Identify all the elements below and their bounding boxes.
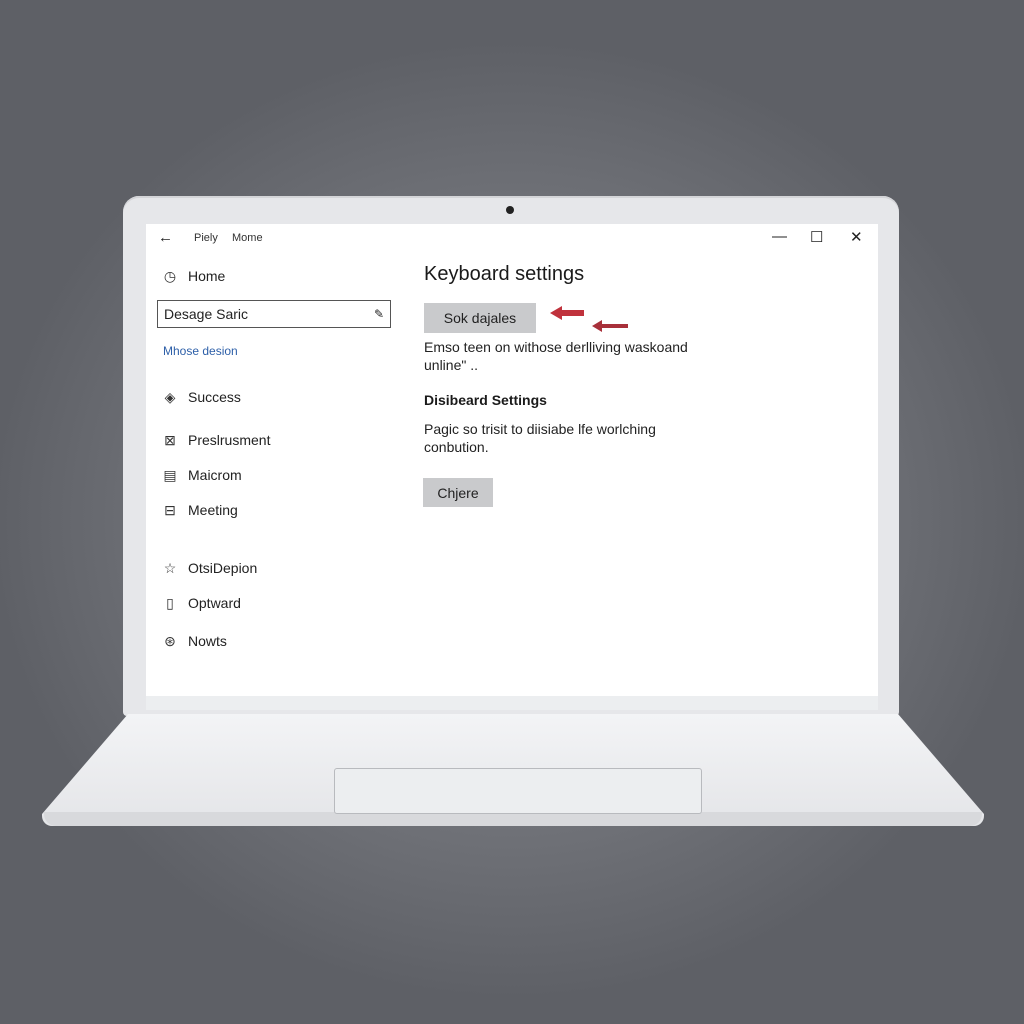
sidebar-item-label: Nowts — [188, 633, 227, 649]
page-title: Keyboard settings — [424, 263, 585, 285]
sidebar-item-label: OtsiDepion — [188, 560, 258, 576]
sidebar-item-label: Preslrusment — [188, 432, 271, 448]
search-input-value[interactable]: Desage Saric — [158, 306, 374, 322]
sidebar-item-preslrusment[interactable]: ⊠ Preslrusment — [160, 429, 270, 451]
grid-icon: ⊠ — [164, 431, 176, 448]
secondary-action-button[interactable]: Chjere — [423, 478, 493, 507]
left-arrow-icon — [550, 306, 584, 320]
left-arrow-icon — [592, 320, 628, 332]
sidebar-item-success[interactable]: ◈ Success — [160, 386, 241, 408]
trackpad — [334, 768, 702, 814]
clock-icon: ◷ — [163, 267, 177, 284]
search-input[interactable]: Desage Saric ✎ — [157, 300, 391, 328]
sidebar-item-optward[interactable]: ▯ Optward — [160, 592, 241, 614]
section-heading: Disibeard Settings — [424, 392, 547, 408]
screen-bezel-bottom — [146, 696, 878, 710]
minimize-icon[interactable]: — — [772, 228, 787, 245]
sidebar-item-label: Home — [188, 268, 226, 284]
board-icon: ⊟ — [164, 501, 176, 518]
sidebar-item-label: Meeting — [188, 502, 238, 518]
description-text: Emso teen on withose derlliving waskoand… — [424, 339, 688, 373]
clipboard-icon: ▯ — [166, 594, 174, 611]
calendar-icon: ▤ — [163, 466, 177, 483]
section-description: Pagic so trisit to diisiabe lfe worlchin… — [424, 421, 656, 455]
sidebar-item-label: Maicrom — [188, 467, 242, 483]
maximize-icon[interactable]: ☐ — [810, 228, 823, 246]
sidebar-item-label: Optward — [188, 595, 241, 611]
globe-icon: ⊛ — [164, 632, 176, 649]
sidebar-item-home[interactable]: ◷ Home — [160, 265, 225, 287]
close-icon[interactable]: ✕ — [850, 228, 863, 246]
diamond-icon: ◈ — [164, 388, 176, 405]
sidebar-item-nowts[interactable]: ⊛ Nowts — [160, 630, 227, 652]
sidebar-item-otsidepion[interactable]: ☆ OtsiDepion — [160, 557, 258, 579]
sidebar-link[interactable]: Mhose desion — [163, 344, 238, 358]
sidebar-item-maicrom[interactable]: ▤ Maicrom — [160, 464, 242, 486]
window-title-part1: Piely — [194, 232, 218, 244]
window-title-part2: Mome — [232, 232, 263, 244]
sidebar-item-meeting[interactable]: ⊟ Meeting — [160, 499, 238, 521]
title-bar: ← Piely Mome — ☐ ✕ — [146, 224, 878, 254]
laptop-base-edge — [44, 812, 982, 826]
star-icon: ☆ — [163, 559, 177, 576]
primary-action-button[interactable]: Sok dajales — [424, 303, 536, 333]
sidebar-item-label: Success — [188, 389, 241, 405]
webcam — [506, 206, 514, 214]
settings-window: ← Piely Mome — ☐ ✕ ◷ Home Desage Saric ✎… — [146, 224, 878, 696]
pencil-icon[interactable]: ✎ — [374, 307, 390, 321]
back-arrow-icon[interactable]: ← — [158, 229, 173, 246]
